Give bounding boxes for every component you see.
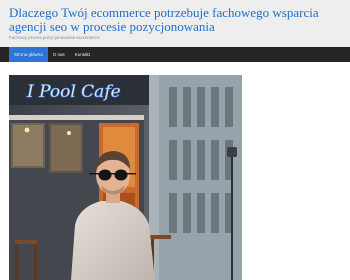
nav-item-about[interactable]: O nas — [48, 47, 70, 62]
site-description: Fachowy proces pozycjonowania ecommerce — [9, 35, 100, 40]
nav-item-home[interactable]: Strona główna — [9, 47, 48, 62]
nav-menu: Strona główna O nas Kontakt — [9, 47, 95, 62]
main-content: I Pool Cafe — [0, 62, 350, 280]
site-title[interactable]: Dlaczego Twój ecommerce potrzebuje facho… — [9, 6, 344, 34]
featured-image: I Pool Cafe — [9, 75, 242, 280]
nav-item-contact[interactable]: Kontakt — [70, 47, 95, 62]
neon-sign: I Pool Cafe — [26, 82, 121, 102]
site-header: Dlaczego Twój ecommerce potrzebuje facho… — [0, 0, 350, 47]
main-navigation: Strona główna O nas Kontakt — [0, 47, 350, 62]
street-photo: I Pool Cafe — [9, 75, 242, 280]
